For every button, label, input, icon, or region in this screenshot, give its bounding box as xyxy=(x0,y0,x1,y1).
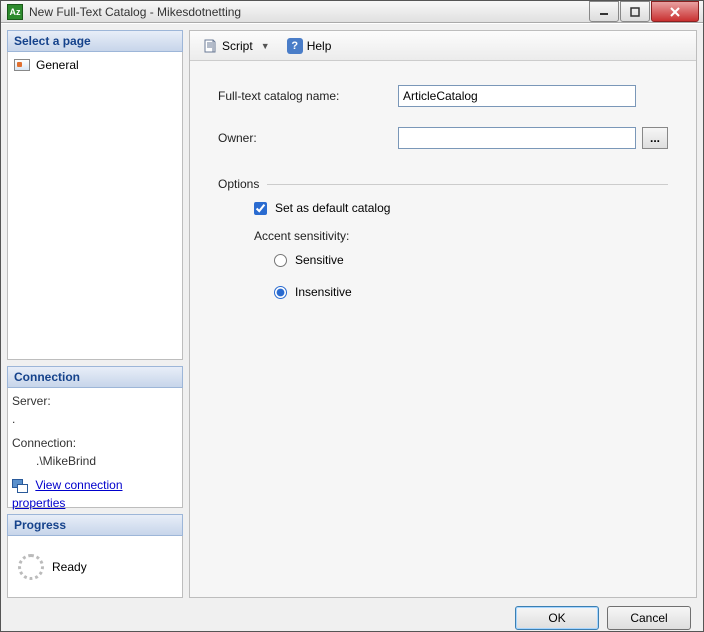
catalog-name-row: Full-text catalog name: xyxy=(218,85,668,107)
progress-body: Ready xyxy=(7,536,183,598)
default-catalog-checkbox[interactable] xyxy=(254,202,267,215)
minimize-button[interactable] xyxy=(589,1,619,22)
owner-input[interactable] xyxy=(398,127,636,149)
connection-value: .\MikeBrind xyxy=(12,452,178,470)
page-item-general[interactable]: General xyxy=(12,56,178,74)
connection-properties-icon xyxy=(12,479,28,493)
connection-label: Connection: xyxy=(12,434,178,452)
app-icon: Az xyxy=(7,4,23,20)
page-icon xyxy=(14,59,30,71)
select-page-panel: Select a page General xyxy=(7,30,183,360)
help-icon: ? xyxy=(287,38,303,54)
script-dropdown-icon[interactable]: ▼ xyxy=(261,41,271,51)
progress-panel: Progress Ready xyxy=(7,514,183,598)
catalog-name-input[interactable] xyxy=(398,85,636,107)
toolbar: Script ▼ ? Help xyxy=(190,31,696,61)
window-controls xyxy=(588,1,699,22)
accent-insensitive-radio[interactable] xyxy=(274,286,287,299)
maximize-button[interactable] xyxy=(620,1,650,22)
server-label: Server: xyxy=(12,392,178,410)
script-label: Script xyxy=(222,39,253,53)
accent-insensitive-row: Insensitive xyxy=(274,285,668,299)
catalog-name-label: Full-text catalog name: xyxy=(218,89,398,103)
progress-header: Progress xyxy=(7,514,183,536)
window-title: New Full-Text Catalog - Mikesdotnetting xyxy=(29,5,588,19)
page-item-label: General xyxy=(36,58,79,72)
script-button[interactable]: Script xyxy=(198,36,257,56)
view-connection-properties-link[interactable]: View connection properties xyxy=(12,478,123,510)
select-page-header: Select a page xyxy=(7,30,183,52)
default-catalog-row: Set as default catalog xyxy=(254,201,668,215)
options-header: Options xyxy=(218,177,668,191)
divider xyxy=(267,184,668,185)
left-pane: Select a page General Connection Server:… xyxy=(7,30,183,598)
body-area: Select a page General Connection Server:… xyxy=(1,23,703,604)
right-pane: Script ▼ ? Help Full-text catalog name: … xyxy=(189,30,697,598)
progress-status: Ready xyxy=(52,560,87,574)
script-icon xyxy=(202,38,218,54)
default-catalog-label[interactable]: Set as default catalog xyxy=(275,201,390,215)
owner-browse-button[interactable]: ... xyxy=(642,127,668,149)
accent-sensitive-radio[interactable] xyxy=(274,254,287,267)
server-value: . xyxy=(12,410,178,428)
help-button[interactable]: ? Help xyxy=(283,36,336,56)
dialog-window: Az New Full-Text Catalog - Mikesdotnetti… xyxy=(0,0,704,632)
options-label: Options xyxy=(218,177,259,191)
view-connection-row: View connection properties xyxy=(12,476,178,512)
accent-sensitivity-label: Accent sensitivity: xyxy=(254,229,668,243)
accent-sensitive-label[interactable]: Sensitive xyxy=(295,253,344,267)
close-button[interactable] xyxy=(651,1,699,22)
accent-options: Sensitive Insensitive xyxy=(254,253,668,299)
cancel-button[interactable]: Cancel xyxy=(607,606,691,630)
options-body: Set as default catalog Accent sensitivit… xyxy=(218,201,668,299)
titlebar: Az New Full-Text Catalog - Mikesdotnetti… xyxy=(1,1,703,23)
page-list: General xyxy=(7,52,183,360)
accent-insensitive-label[interactable]: Insensitive xyxy=(295,285,352,299)
form-area: Full-text catalog name: Owner: ... Optio… xyxy=(190,61,696,597)
help-label: Help xyxy=(307,39,332,53)
accent-sensitive-row: Sensitive xyxy=(274,253,668,267)
connection-panel: Connection Server: . Connection: .\MikeB… xyxy=(7,366,183,508)
owner-row: Owner: ... xyxy=(218,127,668,149)
owner-label: Owner: xyxy=(218,131,398,145)
connection-header: Connection xyxy=(7,366,183,388)
ok-button[interactable]: OK xyxy=(515,606,599,630)
footer: OK Cancel xyxy=(1,604,703,631)
progress-spinner-icon xyxy=(18,554,44,580)
connection-body: Server: . Connection: .\MikeBrind View c… xyxy=(7,388,183,508)
